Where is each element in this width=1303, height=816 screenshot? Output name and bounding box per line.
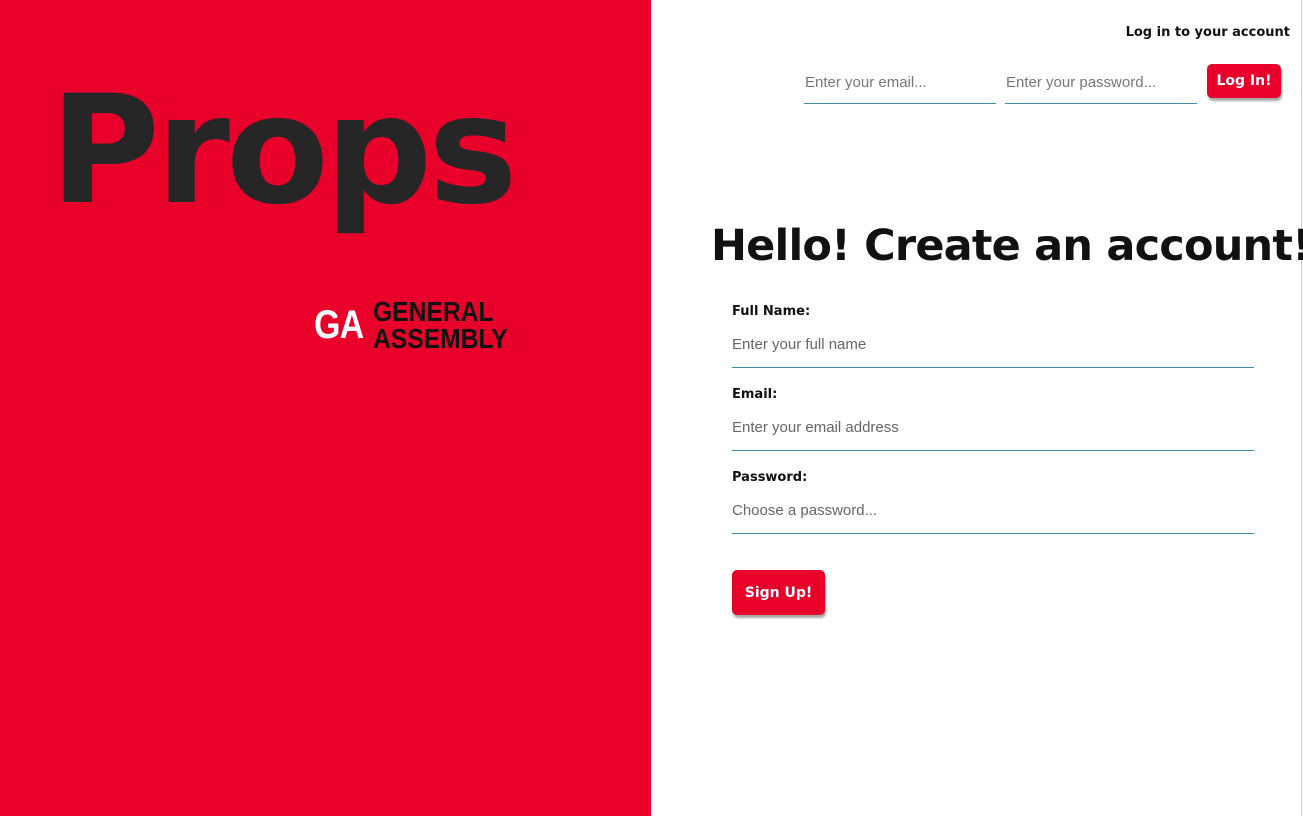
login-heading: Log in to your account: [1125, 25, 1290, 40]
login-password-input[interactable]: [1005, 62, 1197, 104]
ga-logo-line-1: GENERAL: [373, 296, 494, 327]
page: Props GA GENERAL ASSEMBLY Log in to your…: [0, 0, 1303, 816]
password-field: Password:: [732, 470, 1254, 534]
general-assembly-logo: GA GENERAL ASSEMBLY: [314, 298, 508, 354]
full-name-field: Full Name:: [732, 304, 1254, 368]
full-name-input[interactable]: [732, 322, 1254, 368]
ga-logo-wordmark: GENERAL ASSEMBLY: [373, 296, 508, 354]
ga-logo-mark: GA: [314, 303, 364, 347]
email-input[interactable]: [732, 405, 1254, 451]
email-label: Email:: [732, 387, 778, 402]
brand-panel: Props GA GENERAL ASSEMBLY: [0, 0, 651, 816]
password-label: Password:: [732, 470, 808, 485]
ga-logo-line-2: ASSEMBLY: [373, 323, 508, 354]
login-button[interactable]: Log In!: [1207, 64, 1281, 98]
login-email-input[interactable]: [804, 62, 996, 104]
sign-up-button[interactable]: Sign Up!: [732, 570, 825, 615]
auth-panel: Log in to your account Log In! Hello! Cr…: [651, 0, 1303, 816]
signup-title: Hello! Create an account!: [711, 221, 1303, 271]
brand-title: Props: [50, 64, 518, 238]
full-name-label: Full Name:: [732, 304, 811, 319]
email-field: Email:: [732, 387, 1254, 451]
password-input[interactable]: [732, 488, 1254, 534]
